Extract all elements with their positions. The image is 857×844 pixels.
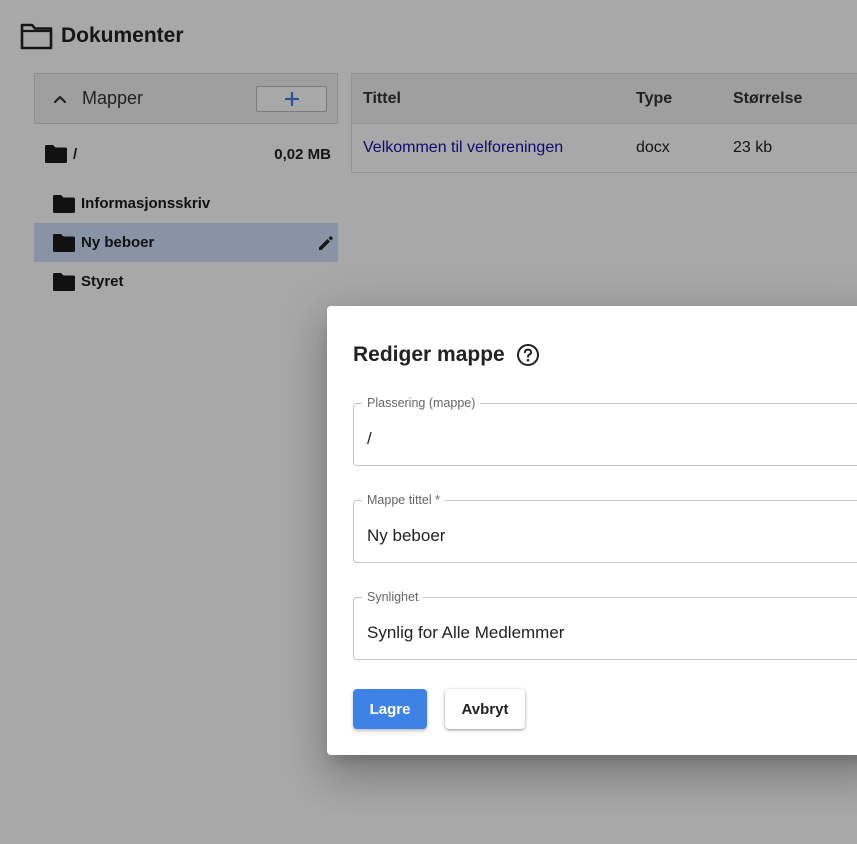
- visibility-select-label: Synlighet: [362, 590, 424, 605]
- help-circle-icon[interactable]: [516, 343, 540, 367]
- location-field-value: /: [367, 429, 372, 448]
- edit-folder-dialog: Rediger mappe Plassering (mappe) / Mappe…: [327, 306, 857, 755]
- folder-title-field[interactable]: Mappe tittel * Ny beboer: [353, 493, 857, 563]
- save-button[interactable]: Lagre: [353, 689, 427, 729]
- cancel-button[interactable]: Avbryt: [445, 689, 525, 729]
- visibility-select[interactable]: Synlighet Synlig for Alle Medlemmer: [353, 590, 857, 660]
- dialog-title-bar: Rediger mappe: [353, 343, 540, 367]
- location-field-label: Plassering (mappe): [362, 396, 481, 411]
- dialog-title: Rediger mappe: [353, 343, 505, 366]
- folder-title-field-value: Ny beboer: [367, 526, 446, 545]
- location-field[interactable]: Plassering (mappe) /: [353, 396, 857, 466]
- visibility-select-value: Synlig for Alle Medlemmer: [367, 623, 565, 642]
- folder-title-field-label: Mappe tittel *: [362, 493, 445, 508]
